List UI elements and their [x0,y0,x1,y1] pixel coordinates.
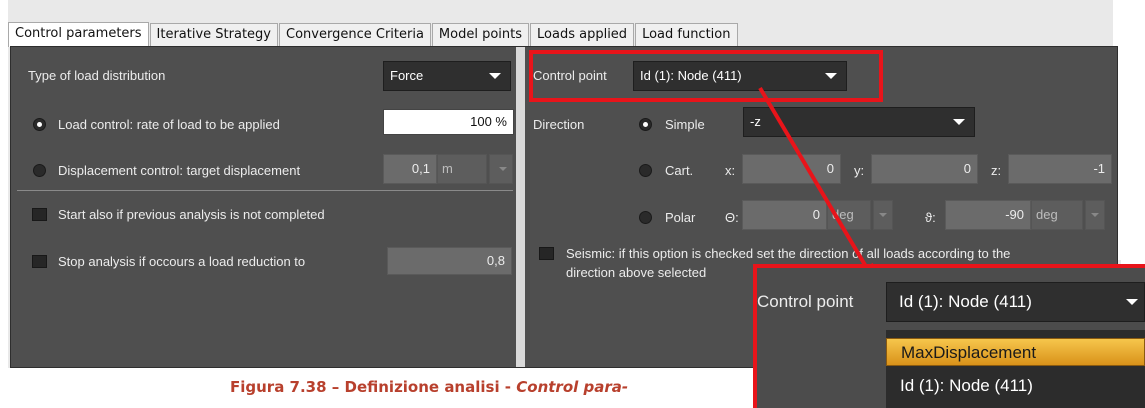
caption-italic: Control para- [516,378,629,396]
figure-caption: Figura 7.38 – Definizione analisi - Cont… [230,378,628,396]
callout-arrow-line [758,86,870,272]
caption-prefix: Figura 7.38 – Definizione analisi - [230,378,517,396]
zoom-inset-frame [753,264,1145,408]
